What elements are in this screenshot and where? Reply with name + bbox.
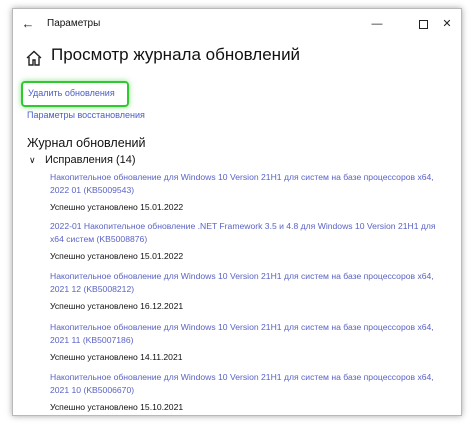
title-bar: ← Параметры — ✕ — [13, 9, 461, 39]
uninstall-highlight: Удалить обновления — [21, 81, 129, 107]
update-status: Успешно установлено 15.10.2021 — [50, 402, 184, 412]
uninstall-updates-link[interactable]: Удалить обновления — [28, 88, 115, 98]
update-status: Успешно установлено 14.11.2021 — [50, 352, 183, 362]
update-entry: Накопительное обновление для Windows 10 … — [50, 371, 450, 412]
fixes-group-header[interactable]: ∨ Исправления (14) — [29, 154, 136, 166]
maximize-icon — [418, 19, 428, 29]
home-icon[interactable] — [25, 49, 43, 67]
back-arrow-icon[interactable]: ← — [19, 15, 37, 33]
update-status: Успешно установлено 15.01.2022 — [50, 202, 184, 212]
update-link[interactable]: Накопительное обновление для Windows 10 … — [50, 371, 450, 397]
update-entry: 2022-01 Накопительное обновление .NET Fr… — [50, 220, 450, 261]
update-entry: Накопительное обновление для Windows 10 … — [50, 321, 450, 362]
chevron-down-icon: ∨ — [29, 155, 36, 165]
minimize-button[interactable]: — — [363, 13, 391, 35]
section-title: Журнал обновлений — [27, 136, 146, 150]
update-link[interactable]: 2022-01 Накопительное обновление .NET Fr… — [50, 220, 450, 246]
recovery-options-link[interactable]: Параметры восстановления — [27, 110, 145, 120]
update-link[interactable]: Накопительное обновление для Windows 10 … — [50, 321, 450, 347]
update-link[interactable]: Накопительное обновление для Windows 10 … — [50, 270, 450, 296]
page-title: Просмотр журнала обновлений — [51, 45, 301, 64]
update-entry: Накопительное обновление для Windows 10 … — [50, 171, 450, 212]
close-button[interactable]: ✕ — [433, 13, 461, 35]
window-title: Параметры — [47, 18, 101, 29]
update-entry: Накопительное обновление для Windows 10 … — [50, 270, 450, 311]
settings-window: ← Параметры — ✕ Просмотр журнала обновле… — [12, 8, 462, 416]
update-status: Успешно установлено 15.01.2022 — [50, 251, 184, 261]
group-label: Исправления (14) — [45, 154, 136, 166]
update-link[interactable]: Накопительное обновление для Windows 10 … — [50, 171, 450, 197]
update-status: Успешно установлено 16.12.2021 — [50, 301, 184, 311]
